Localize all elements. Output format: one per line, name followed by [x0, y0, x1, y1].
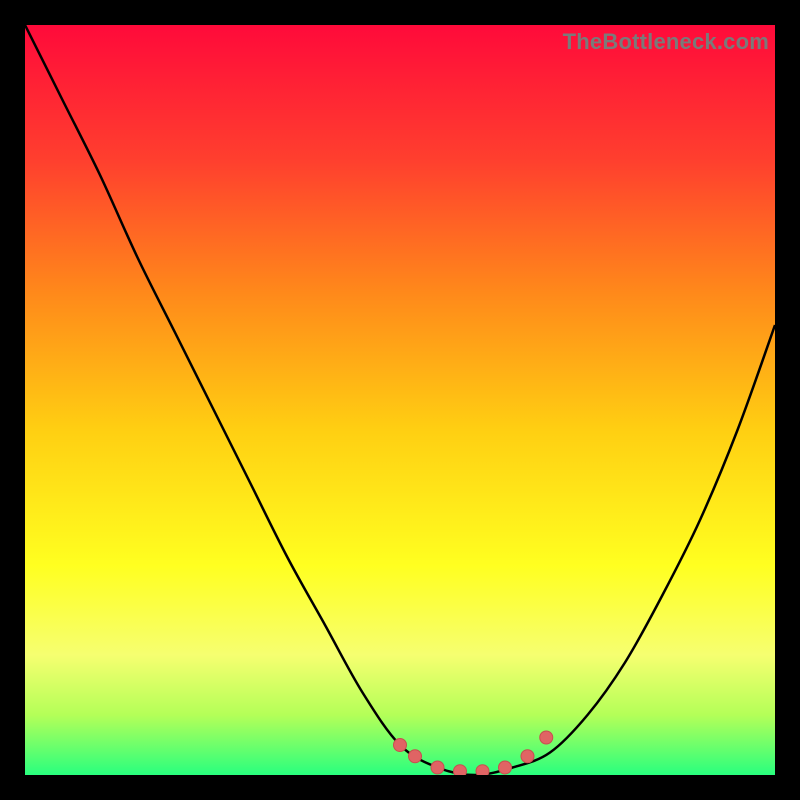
- marker-dot: [540, 731, 553, 744]
- marker-dot: [454, 765, 467, 775]
- chart-svg: [25, 25, 775, 775]
- bottleneck-curve: [25, 25, 775, 775]
- marker-dot: [521, 750, 534, 763]
- marker-dot: [409, 750, 422, 763]
- flat-region-markers: [394, 731, 553, 775]
- marker-dot: [394, 739, 407, 752]
- marker-dot: [431, 761, 444, 774]
- chart-plot-area: TheBottleneck.com: [25, 25, 775, 775]
- marker-dot: [499, 761, 512, 774]
- marker-dot: [476, 765, 489, 775]
- chart-outer-frame: TheBottleneck.com: [0, 0, 800, 800]
